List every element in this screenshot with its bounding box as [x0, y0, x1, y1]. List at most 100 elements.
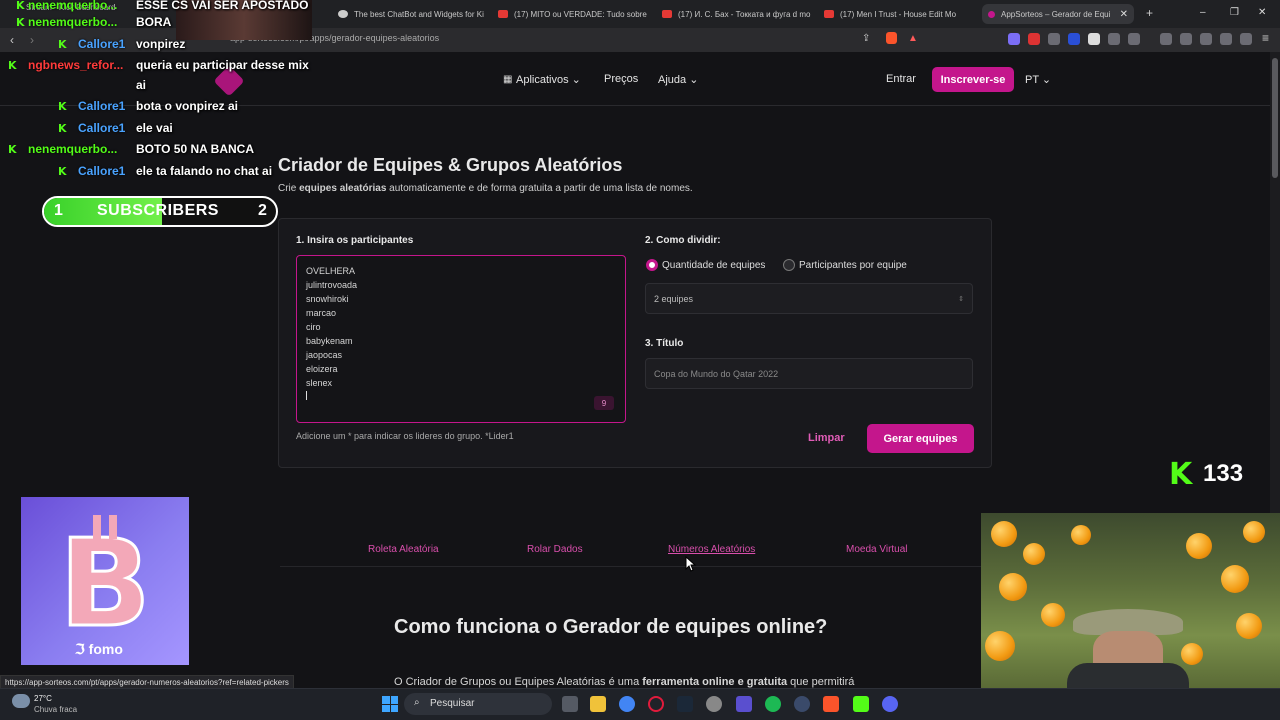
participant-name: babykenam: [306, 336, 353, 346]
clear-button[interactable]: Limpar: [808, 432, 845, 444]
step1-label: 1. Insira os participantes: [296, 235, 414, 246]
discord-icon[interactable]: [882, 696, 898, 712]
close-tab-icon[interactable]: ✕: [1120, 9, 1128, 20]
subscriber-target: 2: [258, 202, 267, 219]
extension-icon[interactable]: [1068, 33, 1080, 45]
chat-message: ESSE CS VAI SER APOSTADO: [136, 0, 309, 12]
new-tab-icon[interactable]: +: [1146, 6, 1153, 20]
appsorteos-icon: [988, 10, 995, 18]
mouse-cursor-icon: [685, 556, 697, 572]
spotify-icon[interactable]: [765, 696, 781, 712]
media-icon[interactable]: [1160, 33, 1172, 45]
title-input[interactable]: Copa do Mundo do Qatar 2022: [645, 358, 973, 389]
related-link-coin[interactable]: Moeda Virtual: [846, 544, 908, 555]
share-icon[interactable]: ⇪: [862, 33, 870, 44]
settings-icon[interactable]: [706, 696, 722, 712]
orange-fruit: [1181, 643, 1203, 665]
related-link-dice[interactable]: Rolar Dados: [527, 544, 583, 555]
wallet-icon[interactable]: [1200, 33, 1212, 45]
signup-button[interactable]: Inscrever-se: [932, 67, 1014, 92]
radio-per-team-label[interactable]: Participantes por equipe: [799, 260, 907, 271]
participants-list: OVELHERA julintrovoada snowhiroki marcao…: [306, 264, 357, 390]
start-tile: [390, 704, 398, 712]
extension-icon[interactable]: [1028, 33, 1040, 45]
subscriber-goal-label: SUBSCRIBERS: [97, 202, 219, 219]
chat-message: queria eu participar desse mix: [136, 58, 309, 72]
extensions-puzzle-icon[interactable]: [1108, 33, 1120, 45]
chat-message: ele vai: [136, 121, 173, 135]
app-grid-icon[interactable]: [736, 696, 752, 712]
kick-badge-icon: K: [16, 0, 25, 12]
participant-name: jaopocas: [306, 350, 343, 360]
generate-teams-button[interactable]: Gerar equipes: [867, 424, 974, 453]
youtube-icon: [662, 10, 672, 18]
kick-badge-icon: K: [58, 122, 67, 135]
extension-icon[interactable]: [1008, 33, 1020, 45]
weather-icon[interactable]: [12, 694, 30, 708]
search-icon: ⌕: [414, 697, 420, 708]
radio-per-team[interactable]: [783, 259, 795, 271]
extension-icon[interactable]: [1128, 33, 1140, 45]
extension-icon[interactable]: [1048, 33, 1060, 45]
orange-fruit: [1186, 533, 1212, 559]
task-view-icon[interactable]: [562, 696, 578, 712]
leader-hint: Adicione um * para indicar os lideres do…: [296, 431, 514, 441]
orange-fruit: [1236, 613, 1262, 639]
windows-start-icon[interactable]: [382, 696, 398, 712]
tab-appsorteos[interactable]: AppSorteos – Gerador de Equip ✕: [982, 4, 1134, 24]
nav-apps[interactable]: Aplicativos ⌄: [516, 73, 581, 86]
menu-icon[interactable]: ≡: [1262, 31, 1269, 45]
kick-app-icon[interactable]: [853, 696, 869, 712]
teams-select[interactable]: 2 equipes ⇕: [645, 283, 973, 314]
forward-icon[interactable]: ›: [30, 33, 34, 47]
brave-icon[interactable]: [823, 696, 839, 712]
tab-chatbot[interactable]: The best ChatBot and Widgets for Ki: [338, 4, 488, 24]
chat-username: nenemquerbo...: [28, 15, 118, 29]
file-explorer-icon[interactable]: [590, 696, 606, 712]
subtitle-text: Crie: [278, 183, 300, 194]
tab-youtube-men-i-trust[interactable]: (17) Men I Trust - House Edit Mo: [824, 4, 974, 24]
scrollbar-thumb[interactable]: [1272, 58, 1278, 178]
orange-fruit: [1023, 543, 1045, 565]
tab-label: The best ChatBot and Widgets for Ki: [354, 9, 484, 19]
related-link-roulette[interactable]: Roleta Aleatória: [368, 544, 439, 555]
brave-shield-icon[interactable]: [886, 32, 897, 44]
chrome-icon[interactable]: [619, 696, 635, 712]
close-window-icon[interactable]: ✕: [1258, 7, 1266, 18]
orange-fruit: [991, 521, 1017, 547]
kick-badge-icon: K: [8, 59, 17, 72]
start-tile: [382, 704, 390, 712]
how-it-works-text: O Criador de Grupos ou Equipes Aleatória…: [394, 676, 854, 688]
related-link-numbers[interactable]: Números Aleatórios: [668, 544, 755, 555]
vpn-icon[interactable]: [1240, 33, 1252, 45]
nav-help[interactable]: Ajuda ⌄: [658, 73, 698, 86]
language-select[interactable]: PT ⌄: [1025, 73, 1051, 86]
steam-icon[interactable]: [677, 696, 693, 712]
extension-icon[interactable]: [1088, 33, 1100, 45]
tab-label: (17) MITO ou VERDADE: Tudo sobre: [514, 9, 647, 19]
chat-message: vonpirez: [136, 37, 186, 51]
back-icon[interactable]: ‹: [10, 33, 14, 47]
sidebar-icon[interactable]: [1180, 33, 1192, 45]
radio-team-count[interactable]: [646, 259, 658, 271]
brave-rewards-icon[interactable]: ▲: [908, 33, 918, 44]
bitcoin-logo-icon: B: [58, 514, 152, 656]
tab-youtube-bach[interactable]: (17) И. С. Бах - Токката и фуга d mo: [662, 4, 812, 24]
kick-badge-icon: K: [58, 165, 67, 178]
opera-icon[interactable]: [648, 696, 664, 712]
step3-label: 3. Título: [645, 338, 684, 349]
minimize-icon[interactable]: –: [1200, 7, 1206, 18]
radio-team-count-label[interactable]: Quantidade de equipes: [662, 260, 765, 271]
login-link[interactable]: Entrar: [886, 73, 916, 85]
taskbar-search[interactable]: ⌕ Pesquisar: [404, 693, 552, 715]
chat-message: BORA: [136, 15, 172, 29]
title-placeholder: Copa do Mundo do Qatar 2022: [654, 368, 779, 379]
participant-name: marcao: [306, 308, 337, 318]
maximize-icon[interactable]: ❐: [1230, 7, 1239, 18]
orange-fruit: [985, 631, 1015, 661]
tab-youtube-mito[interactable]: (17) MITO ou VERDADE: Tudo sobre: [498, 4, 648, 24]
leo-icon[interactable]: [1220, 33, 1232, 45]
chatbot-icon: [338, 10, 348, 18]
nav-prices[interactable]: Preços: [604, 73, 638, 85]
app-icon[interactable]: [794, 696, 810, 712]
